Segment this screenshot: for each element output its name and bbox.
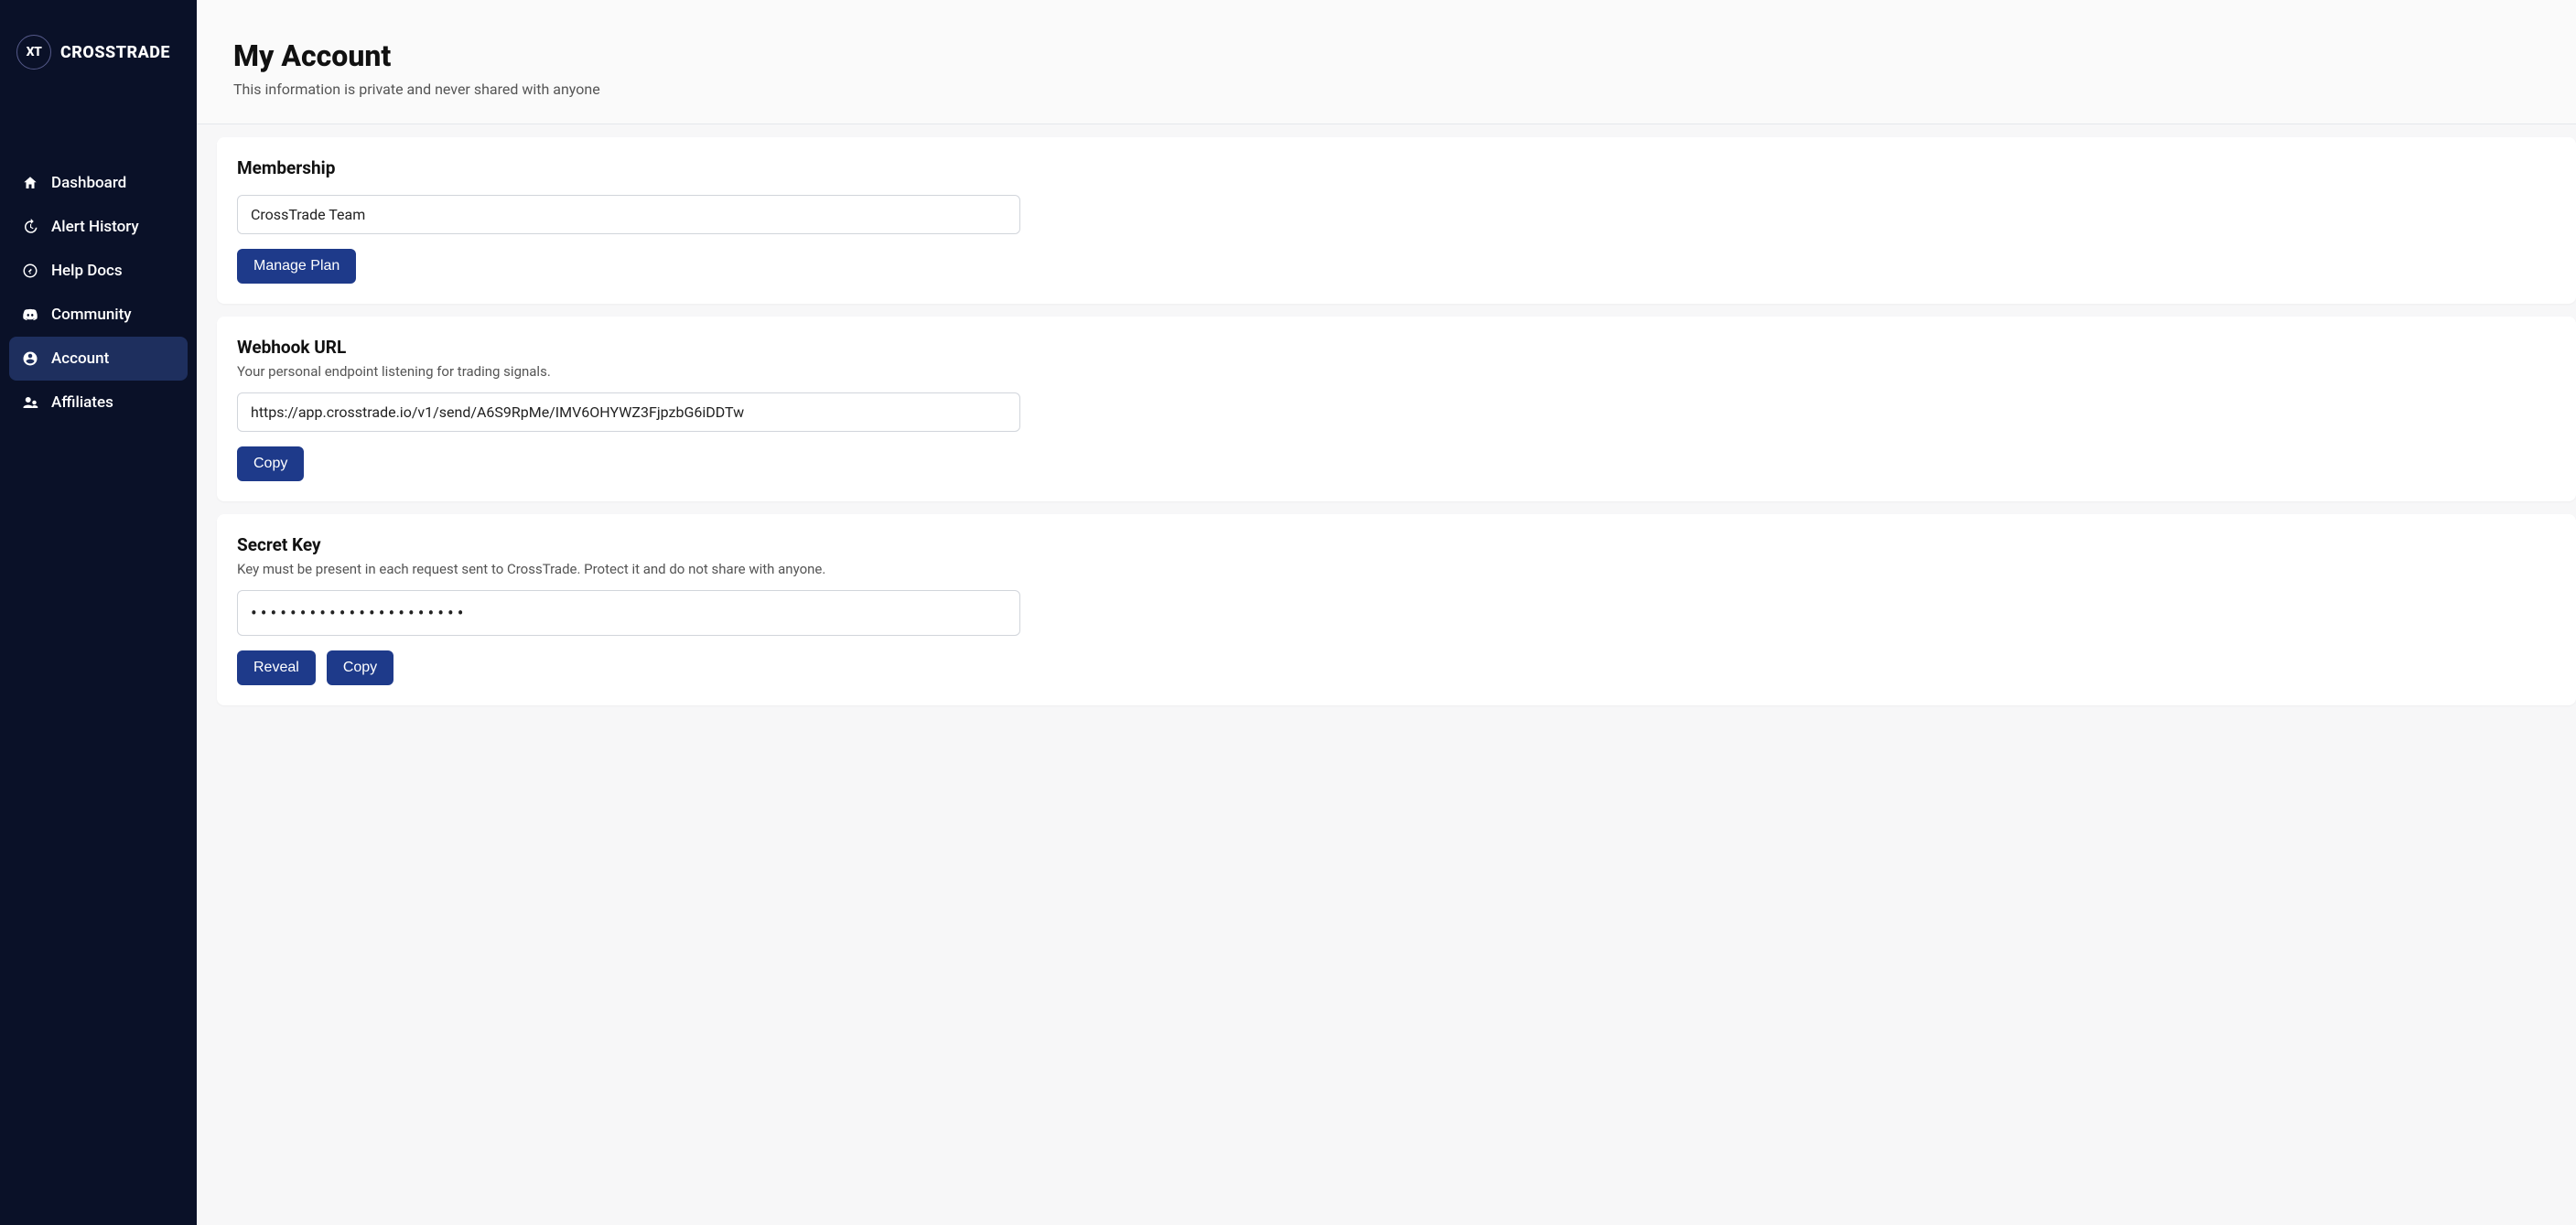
copy-secret-button[interactable]: Copy bbox=[327, 650, 393, 685]
history-icon bbox=[22, 219, 38, 235]
discord-icon bbox=[22, 306, 38, 323]
copy-webhook-button[interactable]: Copy bbox=[237, 446, 304, 481]
webhook-title: Webhook URL bbox=[237, 337, 2556, 358]
sidebar-item-label: Alert History bbox=[51, 218, 139, 236]
sidebar-item-label: Help Docs bbox=[51, 262, 123, 280]
page-title: My Account bbox=[233, 38, 2539, 73]
home-icon bbox=[22, 175, 38, 191]
membership-value: CrossTrade Team bbox=[237, 195, 1020, 234]
sidebar: XT CROSSTRADE Dashboard Alert History bbox=[0, 0, 197, 1225]
reveal-secret-button[interactable]: Reveal bbox=[237, 650, 316, 685]
main-content: My Account This information is private a… bbox=[197, 0, 2576, 1225]
logo-short: XT bbox=[27, 45, 42, 59]
secret-key-card: Secret Key Key must be present in each r… bbox=[217, 514, 2576, 705]
sidebar-item-label: Dashboard bbox=[51, 174, 126, 192]
secret-desc: Key must be present in each request sent… bbox=[237, 561, 2556, 577]
sidebar-item-label: Community bbox=[51, 306, 132, 324]
secret-key-value[interactable]: •••••••••••••••••••••• bbox=[237, 590, 1020, 636]
affiliates-icon bbox=[22, 394, 38, 411]
sidebar-item-dashboard[interactable]: Dashboard bbox=[9, 161, 188, 205]
manage-plan-button[interactable]: Manage Plan bbox=[237, 249, 356, 284]
sidebar-item-help-docs[interactable]: Help Docs bbox=[9, 249, 188, 293]
membership-card: Membership CrossTrade Team Manage Plan bbox=[217, 137, 2576, 304]
membership-title: Membership bbox=[237, 157, 2556, 178]
secret-title: Secret Key bbox=[237, 534, 2556, 555]
user-icon bbox=[22, 350, 38, 367]
brand-logo[interactable]: XT CROSSTRADE bbox=[0, 0, 197, 106]
sidebar-item-affiliates[interactable]: Affiliates bbox=[9, 381, 188, 424]
webhook-card: Webhook URL Your personal endpoint liste… bbox=[217, 317, 2576, 501]
sidebar-item-account[interactable]: Account bbox=[9, 337, 188, 381]
sidebar-item-label: Account bbox=[51, 349, 109, 368]
sidebar-item-label: Affiliates bbox=[51, 393, 113, 412]
sidebar-nav: Dashboard Alert History Help Docs Commun… bbox=[0, 106, 197, 424]
sidebar-item-alert-history[interactable]: Alert History bbox=[9, 205, 188, 249]
page-header: My Account This information is private a… bbox=[197, 0, 2576, 124]
webhook-desc: Your personal endpoint listening for tra… bbox=[237, 363, 2556, 380]
logo-badge: XT bbox=[16, 35, 51, 70]
page-subtitle: This information is private and never sh… bbox=[233, 81, 2539, 98]
webhook-url-value[interactable]: https://app.crosstrade.io/v1/send/A6S9Rp… bbox=[237, 392, 1020, 432]
logo-text: CROSSTRADE bbox=[60, 43, 170, 62]
help-icon bbox=[22, 263, 38, 279]
sidebar-item-community[interactable]: Community bbox=[9, 293, 188, 337]
